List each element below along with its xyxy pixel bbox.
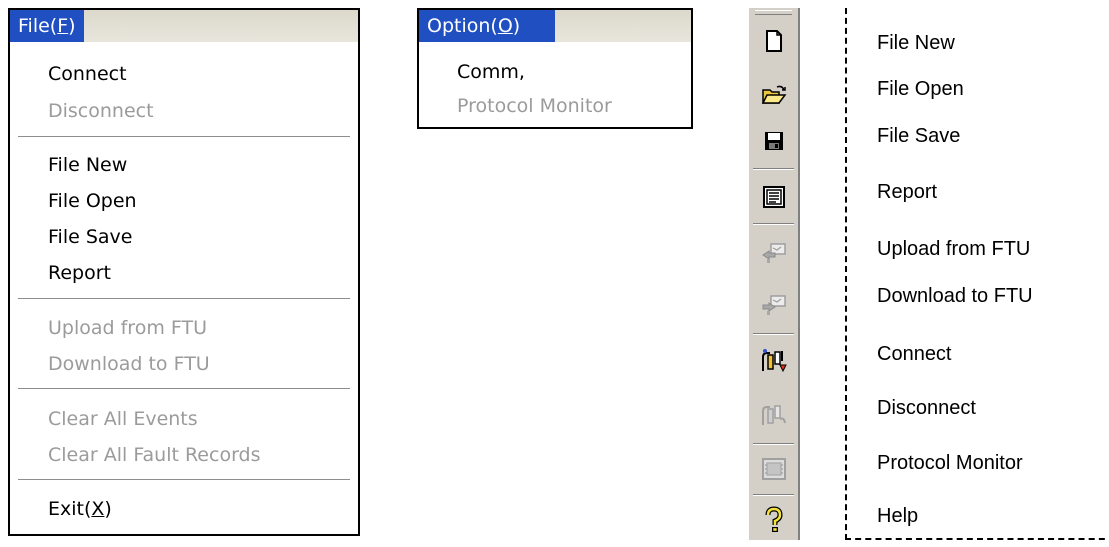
menu-item-exit-accel: X (91, 498, 105, 520)
menu-separator (18, 388, 350, 390)
file-save-icon (765, 132, 783, 150)
file-save-button[interactable] (759, 126, 789, 156)
menu-separator (18, 479, 350, 481)
disconnect-button (759, 400, 789, 430)
toolbar-separator (753, 333, 794, 335)
menu-item-comm[interactable]: Comm, (457, 60, 525, 84)
menu-item-clear-all-events: Clear All Events (48, 408, 198, 430)
file-menubar: File(F) (10, 10, 358, 42)
file-menu-title-accel: F (57, 15, 69, 37)
upload-icon (762, 243, 786, 263)
menu-item-download-to-ftu: Download to FTU (48, 353, 210, 375)
menu-item-disconnect: Disconnect (48, 100, 154, 122)
upload-button (759, 238, 789, 268)
toolbar-grip[interactable] (755, 10, 792, 15)
download-button (759, 290, 789, 320)
legend-report: Report (877, 181, 938, 203)
legend-connect: Connect (877, 343, 952, 365)
toolbar-legend: File New File Open File Save Report Uplo… (845, 8, 1109, 540)
connect-button[interactable] (759, 346, 789, 376)
file-new-button[interactable] (759, 26, 789, 56)
report-button[interactable] (759, 182, 789, 212)
menu-item-file-save[interactable]: File Save (48, 225, 132, 249)
menu-item-upload-from-ftu: Upload from FTU (48, 317, 207, 339)
report-icon (763, 186, 785, 208)
menu-separator (18, 298, 350, 300)
toolbar-separator (753, 168, 794, 170)
file-menu-title[interactable]: File(F) (10, 10, 84, 42)
option-menu-title-accel: O (497, 15, 513, 37)
legend-help: Help (877, 505, 919, 527)
menu-item-file-new[interactable]: File New (48, 153, 127, 177)
protocol-monitor-icon (762, 458, 786, 480)
menu-item-file-open[interactable]: File Open (48, 189, 137, 213)
file-menu-title-text: File( (18, 15, 58, 37)
file-open-button[interactable] (759, 80, 789, 110)
toolbar-separator (753, 223, 794, 225)
file-new-icon (766, 30, 782, 52)
option-menu-title-end: ) (512, 15, 521, 37)
download-icon (762, 295, 786, 315)
menu-item-exit-text: Exit( (48, 498, 92, 520)
file-menu: File(F) Connect Disconnect File New File… (8, 8, 360, 536)
legend-file-open: File Open (877, 78, 964, 100)
legend-file-save: File Save (877, 125, 961, 147)
menu-item-exit[interactable]: Exit(X) (48, 497, 112, 521)
legend-download-to-ftu: Download to FTU (877, 285, 1033, 307)
option-menubar: Option(O) (419, 10, 691, 42)
legend-disconnect: Disconnect (877, 397, 976, 419)
vertical-toolbar (748, 8, 800, 540)
menu-item-exit-end: ) (104, 498, 112, 520)
toolbar-separator (753, 443, 794, 445)
option-menu-title[interactable]: Option(O) (419, 10, 555, 42)
legend-protocol-monitor: Protocol Monitor (877, 452, 1023, 474)
menu-item-clear-all-fault-records: Clear All Fault Records (48, 444, 261, 466)
disconnect-icon (762, 405, 786, 425)
menu-item-protocol-monitor: Protocol Monitor (457, 95, 612, 117)
menu-item-report[interactable]: Report (48, 261, 111, 285)
help-icon (765, 506, 783, 532)
connect-icon (762, 349, 787, 373)
option-menu-title-text: Option( (427, 15, 498, 37)
menu-item-connect[interactable]: Connect (48, 62, 127, 86)
protocol-monitor-button (759, 454, 789, 484)
legend-upload-from-ftu: Upload from FTU (877, 238, 1031, 260)
menu-separator (18, 136, 350, 138)
file-menu-title-end: ) (68, 15, 76, 37)
option-menu: Option(O) Comm, Protocol Monitor (417, 8, 693, 129)
legend-file-new: File New (877, 32, 955, 54)
toolbar-separator (753, 494, 794, 496)
file-open-icon (761, 85, 787, 104)
help-button[interactable] (759, 505, 789, 535)
